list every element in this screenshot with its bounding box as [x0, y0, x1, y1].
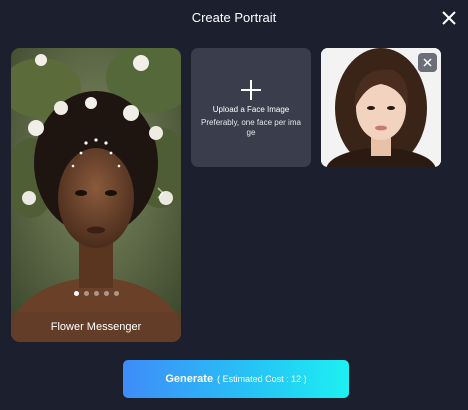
close-icon [423, 58, 432, 67]
template-label: Flower Messenger [11, 312, 181, 342]
upload-title: Upload a Face Image [212, 105, 290, 114]
carousel-dot[interactable] [73, 291, 79, 296]
plus-icon [241, 80, 261, 100]
carousel-dot[interactable] [103, 291, 109, 296]
remove-face-button[interactable] [418, 53, 437, 72]
upload-face-button[interactable]: Upload a Face Image Preferably, one face… [191, 48, 311, 167]
estimated-cost: ( Estimated Cost : 12 ) [217, 374, 307, 384]
generate-label: Generate [165, 373, 214, 385]
chevron-right-icon[interactable] [155, 186, 165, 200]
carousel-dot[interactable] [93, 291, 99, 296]
template-card[interactable]: Flower Messenger [11, 48, 181, 342]
upload-hint: Preferably, one face per image [201, 118, 301, 137]
close-icon[interactable] [440, 9, 458, 27]
generate-button[interactable]: Generate ( Estimated Cost : 12 ) [123, 360, 349, 398]
carousel-dot[interactable] [83, 291, 89, 296]
carousel-dot[interactable] [113, 291, 119, 296]
uploaded-face-card [321, 48, 441, 167]
carousel-dots [11, 291, 181, 296]
dialog-title: Create Portrait [191, 10, 277, 25]
